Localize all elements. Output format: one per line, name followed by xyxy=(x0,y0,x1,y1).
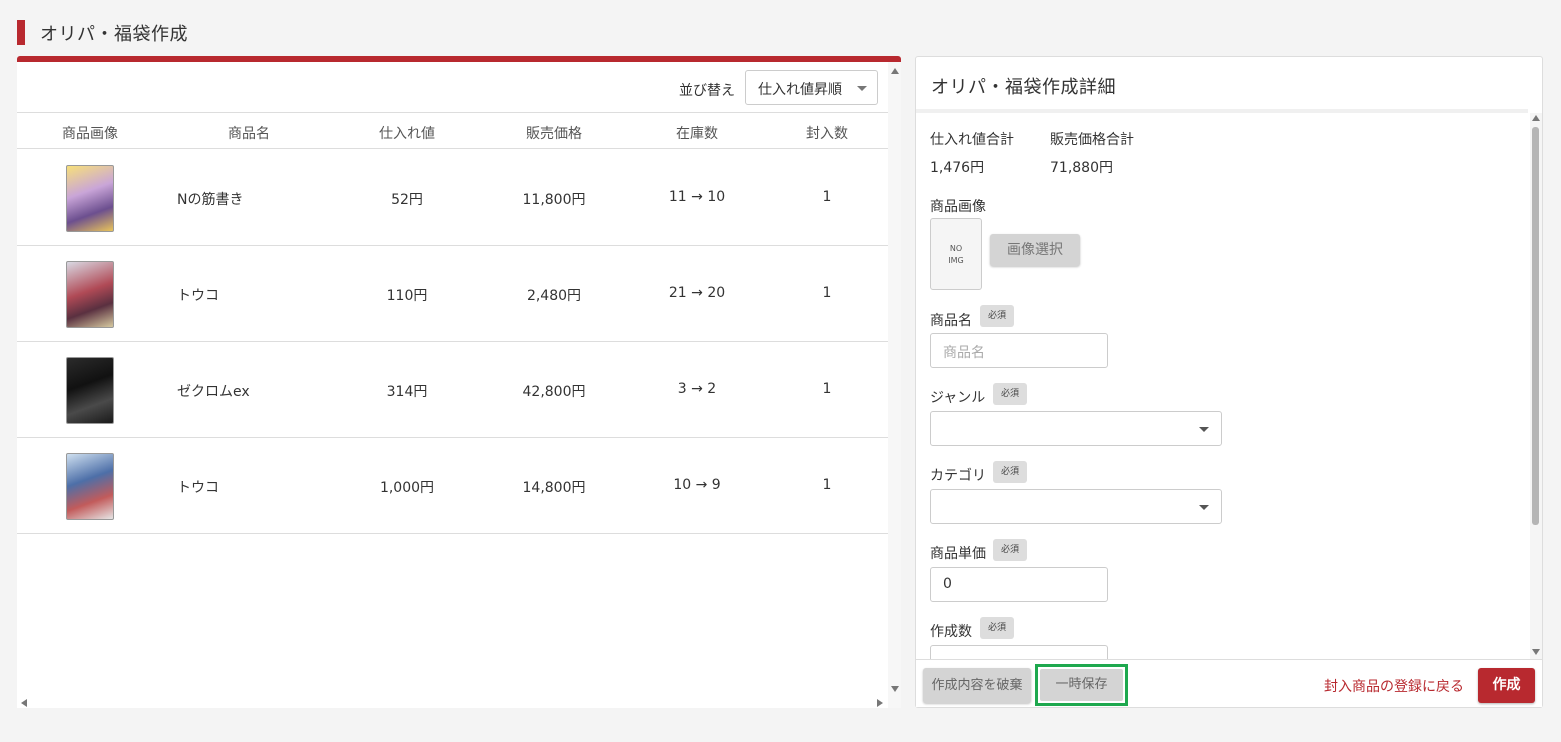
unit-price-input[interactable]: 0 xyxy=(930,567,1108,602)
product-stock: 3 → 2 xyxy=(677,381,717,397)
chevron-down-icon xyxy=(1199,427,1209,432)
product-card-image xyxy=(66,357,114,424)
temp-save-highlight: 一時保存 xyxy=(1035,664,1128,706)
product-price: 11,800円 xyxy=(522,192,586,208)
genre-select[interactable] xyxy=(930,411,1222,446)
category-label: カテゴリ xyxy=(930,468,986,484)
product-price: 14,800円 xyxy=(522,480,586,496)
unit-price-label: 商品単価 xyxy=(930,546,986,562)
sort-label: 並び替え xyxy=(679,83,735,99)
product-qty: 1 xyxy=(822,285,832,301)
table-row[interactable]: ゼクロムex 314円 42,800円 3 → 2 1 xyxy=(17,342,888,438)
no-image-placeholder: NO IMG xyxy=(930,218,982,290)
no-image-text-line1: NO xyxy=(949,244,963,253)
product-price: 2,480円 xyxy=(526,288,582,304)
sort-select-value: 仕入れ値昇順 xyxy=(758,82,842,98)
table-row[interactable]: トウコ 110円 2,480円 21 → 20 1 xyxy=(17,246,888,342)
product-card-image xyxy=(66,453,114,520)
create-count-label: 作成数 xyxy=(930,624,972,640)
image-label: 商品画像 xyxy=(930,199,986,215)
arrow-up-icon[interactable] xyxy=(1532,115,1540,121)
cost-total-value: 1,476円 xyxy=(930,160,985,176)
price-total-label: 販売価格合計 xyxy=(1050,132,1134,148)
product-price: 42,800円 xyxy=(522,384,586,400)
product-card-image xyxy=(66,165,114,232)
required-badge: 必須 xyxy=(980,617,1014,639)
product-list-vertical-scrollbar[interactable] xyxy=(888,62,901,708)
back-to-registration-link[interactable]: 封入商品の登録に戻る xyxy=(1324,676,1464,696)
category-select[interactable] xyxy=(930,489,1222,524)
column-header-image: 商品画像 xyxy=(62,126,118,142)
column-header-name: 商品名 xyxy=(228,126,270,142)
create-button[interactable]: 作成 xyxy=(1478,668,1535,703)
product-list-panel: 並び替え 仕入れ値昇順 商品画像 商品名 仕入れ値 販売価格 在庫数 封入数 N… xyxy=(17,56,901,708)
detail-footer: 作成内容を破棄 一時保存 封入商品の登録に戻る 作成 xyxy=(916,659,1542,707)
product-stock: 11 → 10 xyxy=(668,189,726,205)
discard-button[interactable]: 作成内容を破棄 xyxy=(923,668,1031,703)
arrow-up-icon[interactable] xyxy=(891,68,899,74)
page-title: オリパ・福袋作成 xyxy=(40,23,188,45)
required-badge: 必須 xyxy=(980,305,1014,327)
required-badge: 必須 xyxy=(993,461,1027,483)
product-cost: 314円 xyxy=(386,384,428,400)
table-header: 商品画像 商品名 仕入れ値 販売価格 在庫数 封入数 xyxy=(17,113,888,149)
detail-scrollbar-thumb[interactable] xyxy=(1532,127,1539,525)
detail-panel-title: オリパ・福袋作成詳細 xyxy=(931,77,1116,98)
product-cost: 52円 xyxy=(391,192,423,208)
page-header: オリパ・福袋作成 xyxy=(17,20,188,45)
product-name-label: 商品名 xyxy=(930,313,972,329)
cost-total-label: 仕入れ値合計 xyxy=(930,132,1014,148)
sort-bar: 並び替え 仕入れ値昇順 xyxy=(17,62,888,113)
table-row[interactable]: トウコ 1,000円 14,800円 10 → 9 1 xyxy=(17,438,888,534)
product-qty: 1 xyxy=(822,189,832,205)
temp-save-button[interactable]: 一時保存 xyxy=(1040,669,1123,701)
column-header-cost: 仕入れ値 xyxy=(379,126,435,142)
required-badge: 必須 xyxy=(993,383,1027,405)
column-header-price: 販売価格 xyxy=(526,126,582,142)
divider xyxy=(916,109,1528,113)
product-name: トウコ xyxy=(177,480,219,496)
table-row[interactable]: Nの筋書き 52円 11,800円 11 → 10 1 xyxy=(17,150,888,246)
column-header-stock: 在庫数 xyxy=(676,126,718,142)
product-cost: 110円 xyxy=(386,288,428,304)
arrow-down-icon[interactable] xyxy=(891,686,899,692)
chevron-down-icon xyxy=(857,86,867,91)
detail-panel: オリパ・福袋作成詳細 仕入れ値合計 1,476円 販売価格合計 71,880円 … xyxy=(915,56,1543,708)
arrow-right-icon[interactable] xyxy=(877,699,883,707)
product-qty: 1 xyxy=(822,477,832,493)
product-stock: 21 → 20 xyxy=(668,285,726,301)
product-name: トウコ xyxy=(177,288,219,304)
column-header-qty: 封入数 xyxy=(806,126,848,142)
genre-label: ジャンル xyxy=(930,390,986,406)
image-select-button[interactable]: 画像選択 xyxy=(990,234,1080,266)
price-total-value: 71,880円 xyxy=(1050,160,1113,176)
sort-select[interactable]: 仕入れ値昇順 xyxy=(745,70,878,105)
required-badge: 必須 xyxy=(993,539,1027,561)
chevron-down-icon xyxy=(1199,505,1209,510)
product-name: ゼクロムex xyxy=(177,384,250,400)
arrow-down-icon[interactable] xyxy=(1532,649,1540,655)
product-name: Nの筋書き xyxy=(177,192,244,208)
product-stock: 10 → 9 xyxy=(673,477,721,493)
product-card-image xyxy=(66,261,114,328)
product-name-input[interactable]: 商品名 xyxy=(930,333,1108,368)
header-marker xyxy=(17,20,25,45)
arrow-left-icon[interactable] xyxy=(21,699,27,707)
product-qty: 1 xyxy=(822,381,832,397)
no-image-text-line2: IMG xyxy=(948,256,964,265)
product-cost: 1,000円 xyxy=(379,480,435,496)
